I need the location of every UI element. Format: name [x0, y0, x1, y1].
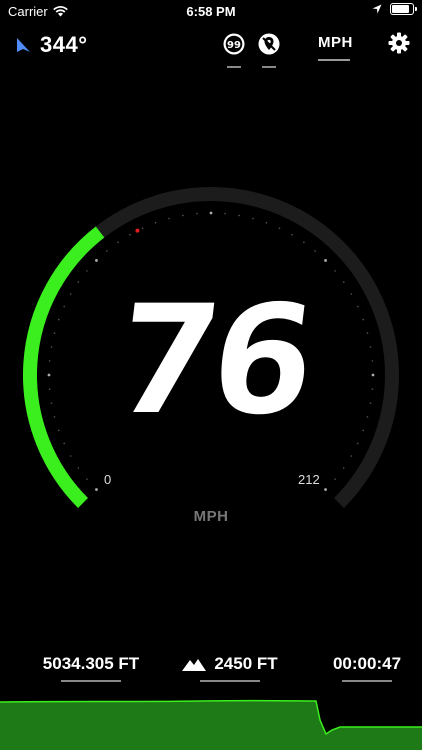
gauge-tick [334, 270, 336, 272]
gauge-tick [141, 227, 144, 229]
gauge-tick [77, 281, 80, 283]
gauge-tick [63, 442, 65, 445]
gauge-tick [129, 233, 131, 236]
location-services-icon [372, 4, 382, 14]
gauge-tick [303, 241, 305, 244]
heading-value: 344° [40, 32, 88, 57]
gauge-tick [324, 259, 327, 262]
gauge-tick [357, 442, 359, 445]
gauge-tick [314, 250, 316, 252]
gauge-tick [77, 467, 80, 469]
gauge-tick [196, 212, 198, 215]
navigation-arrow-icon [17, 38, 30, 52]
speed-value: 76 [105, 274, 317, 448]
gauge-max-label: 212 [298, 472, 320, 487]
altitude-stat[interactable]: 2450 FT [180, 654, 280, 682]
top-bar: 344° 99 MPH [0, 28, 422, 68]
gauge-tick [324, 488, 327, 491]
gauge-tick [238, 214, 240, 217]
gauge-tick [86, 270, 88, 272]
gauge-tick [265, 221, 268, 224]
gauge-tick [182, 214, 184, 217]
status-time: 6:58 PM [186, 4, 236, 19]
gauge-tick [106, 250, 108, 252]
heading-display: 344° [14, 32, 88, 58]
gauge-max-marker [135, 228, 140, 233]
duration-stat[interactable]: 00:00:47 [330, 654, 404, 682]
gauge-tick [95, 488, 98, 491]
gauge-unit-label: MPH [193, 508, 229, 525]
gauge-tick [334, 478, 336, 480]
settings-button[interactable] [388, 32, 410, 59]
elevation-graph-fill [0, 700, 422, 750]
location-toggle-button[interactable] [257, 32, 281, 68]
battery-icon [390, 3, 417, 15]
gauge-tick [252, 217, 254, 220]
status-bar: Carrier 6:58 PM [0, 0, 422, 22]
distance-stat[interactable]: 5034.305 FT [30, 654, 152, 682]
svg-text:99: 99 [227, 40, 241, 51]
altitude-value: 2450 FT [214, 654, 278, 673]
elevation-graph [0, 699, 422, 750]
gauge-tick [86, 478, 88, 480]
unit-toggle-label: MPH [318, 34, 353, 51]
gauge-tick [350, 455, 353, 457]
gauge-tick [291, 233, 293, 236]
gauge-tick [69, 455, 72, 457]
gear-icon [388, 32, 410, 54]
unit-toggle-button[interactable]: MPH [318, 34, 353, 61]
gauge-tick [342, 281, 345, 283]
gauge-tick [168, 217, 170, 220]
duration-value: 00:00:47 [332, 654, 402, 673]
mountain-icon [182, 659, 207, 671]
gauge-tick [278, 227, 281, 229]
speed-limit-icon: 99 [223, 33, 245, 55]
location-off-icon [258, 33, 280, 55]
trip-stats: 5034.305 FT 2450 FT 00:00:47 [0, 654, 422, 684]
gauge-tick [224, 212, 226, 215]
gauge-tick [95, 259, 98, 262]
distance-value: 5034.305 FT [42, 654, 140, 673]
gauge-tick [154, 221, 157, 224]
speed-limit-button[interactable]: 99 [222, 32, 246, 68]
gauge-tick [342, 467, 345, 469]
gauge-min-label: 0 [104, 472, 112, 487]
gauge-tick [209, 211, 213, 215]
gauge-tick [117, 241, 119, 244]
